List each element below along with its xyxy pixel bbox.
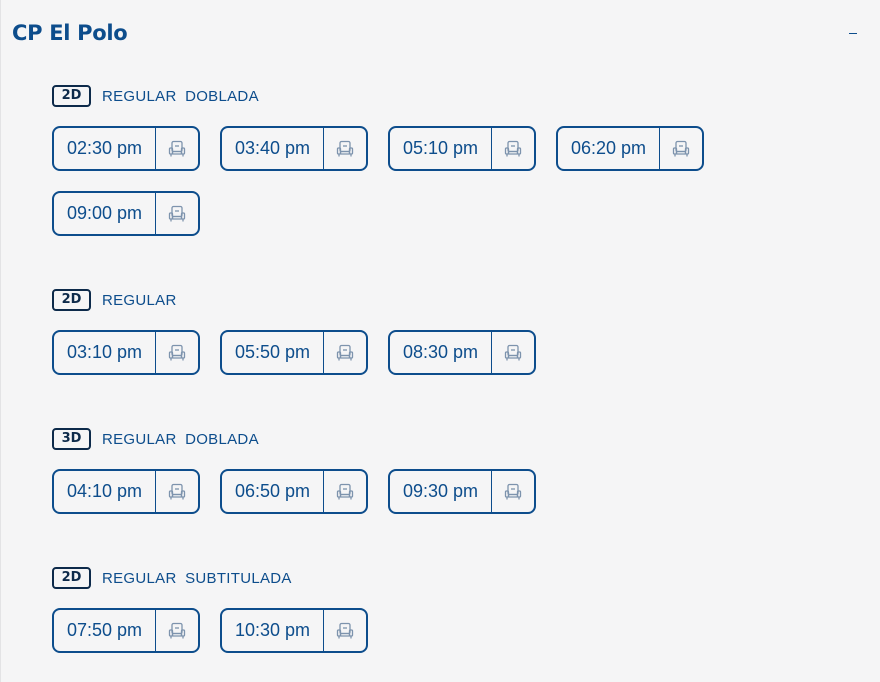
showtime-button[interactable]: 06:20 pm — [556, 126, 704, 171]
seat-icon — [324, 332, 366, 373]
format-line: 2D REGULAR SUBTITULADA — [52, 567, 732, 589]
showtime-button[interactable]: 10:30 pm — [220, 608, 368, 653]
showtime-label: 06:20 pm — [558, 128, 660, 169]
showtime-label: 06:50 pm — [222, 471, 324, 512]
showtime-button[interactable]: 08:30 pm — [388, 330, 536, 375]
showtime-button[interactable]: 09:30 pm — [388, 469, 536, 514]
seat-icon — [324, 610, 366, 651]
showtime-label: 07:50 pm — [54, 610, 156, 651]
showtime-button[interactable]: 04:10 pm — [52, 469, 200, 514]
showtimes-list: 07:50 pm 10:30 pm — [52, 608, 732, 673]
showtime-label: 03:40 pm — [222, 128, 324, 169]
showtime-button[interactable]: 03:40 pm — [220, 126, 368, 171]
format-line: 2D REGULAR — [52, 289, 732, 311]
showtime-label: 03:10 pm — [54, 332, 156, 373]
format-section: 2D REGULAR SUBTITULADA 07:50 pm 10:30 pm — [52, 567, 732, 673]
cinema-title: CP El Polo — [12, 21, 128, 45]
showtime-label: 02:30 pm — [54, 128, 156, 169]
format-badge: 2D — [52, 567, 91, 589]
showtime-label: 05:50 pm — [222, 332, 324, 373]
showtime-label: 09:30 pm — [390, 471, 492, 512]
seat-icon — [156, 332, 198, 373]
format-label: REGULAR SUBTITULADA — [102, 569, 292, 587]
showtime-button[interactable]: 06:50 pm — [220, 469, 368, 514]
showtimes-list: 03:10 pm 05:50 pm 08:30 pm — [52, 330, 732, 395]
seat-icon — [156, 471, 198, 512]
format-label: REGULAR DOBLADA — [102, 87, 259, 105]
format-badge: 2D — [52, 85, 91, 107]
format-line: 3D REGULAR DOBLADA — [52, 428, 732, 450]
seat-icon — [324, 471, 366, 512]
seat-icon — [156, 128, 198, 169]
showtime-label: 09:00 pm — [54, 193, 156, 234]
showtime-button[interactable]: 05:50 pm — [220, 330, 368, 375]
showtime-button[interactable]: 09:00 pm — [52, 191, 200, 236]
seat-icon — [660, 128, 702, 169]
seat-icon — [492, 332, 534, 373]
collapse-button[interactable] — [846, 22, 862, 42]
seat-icon — [492, 471, 534, 512]
format-line: 2D REGULAR DOBLADA — [52, 85, 732, 107]
seat-icon — [324, 128, 366, 169]
showtime-button[interactable]: 05:10 pm — [388, 126, 536, 171]
cinema-header[interactable]: CP El Polo — [12, 18, 866, 48]
format-section: 2D REGULAR DOBLADA 02:30 pm 03:40 pm 05:… — [52, 85, 732, 256]
format-label: REGULAR DOBLADA — [102, 430, 259, 448]
format-label: REGULAR — [102, 291, 177, 309]
showtime-label: 05:10 pm — [390, 128, 492, 169]
seat-icon — [156, 193, 198, 234]
format-badge: 3D — [52, 428, 91, 450]
showtime-label: 10:30 pm — [222, 610, 324, 651]
showtime-button[interactable]: 02:30 pm — [52, 126, 200, 171]
showtime-label: 04:10 pm — [54, 471, 156, 512]
showtime-button[interactable]: 07:50 pm — [52, 608, 200, 653]
cinema-panel: CP El Polo 2D REGULAR DOBLADA 02:30 pm 0… — [0, 0, 880, 682]
seat-icon — [156, 610, 198, 651]
format-section: 2D REGULAR 03:10 pm 05:50 pm 08:30 pm — [52, 289, 732, 395]
showtime-label: 08:30 pm — [390, 332, 492, 373]
format-badge: 2D — [52, 289, 91, 311]
showtimes-list: 02:30 pm 03:40 pm 05:10 pm 06:20 pm 09:0… — [52, 126, 732, 256]
seat-icon — [492, 128, 534, 169]
showtimes-list: 04:10 pm 06:50 pm 09:30 pm — [52, 469, 732, 534]
showtime-button[interactable]: 03:10 pm — [52, 330, 200, 375]
format-section: 3D REGULAR DOBLADA 04:10 pm 06:50 pm 09:… — [52, 428, 732, 534]
